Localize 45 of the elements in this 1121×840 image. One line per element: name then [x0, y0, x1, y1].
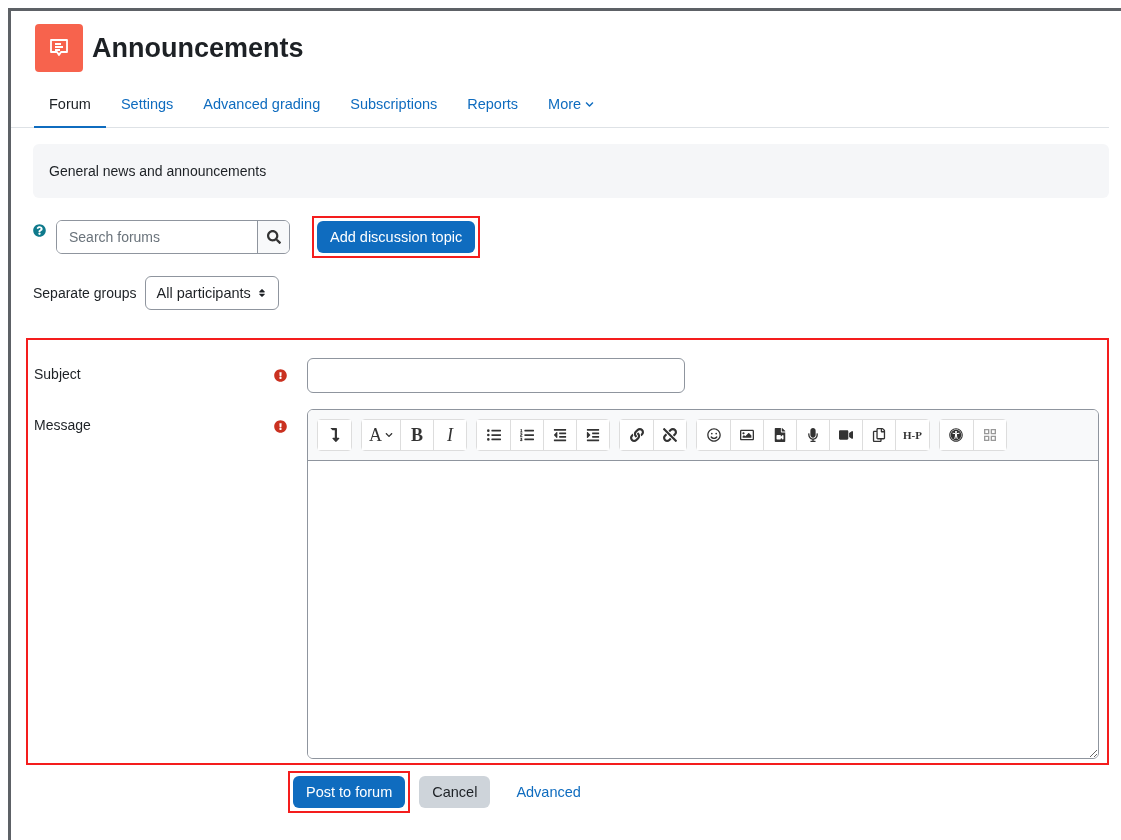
outdent-icon — [553, 428, 567, 442]
toolbar-button[interactable] — [653, 420, 686, 450]
group-select[interactable]: All participants — [144, 276, 279, 310]
dot-grid-icon — [981, 427, 998, 443]
page-title: Announcements — [92, 32, 304, 64]
search-button[interactable] — [257, 221, 289, 253]
indent-icon — [586, 428, 600, 442]
nav-tab[interactable]: Advanced grading — [188, 86, 336, 128]
toolbar-button[interactable] — [318, 420, 351, 450]
link-icon — [629, 428, 644, 442]
cancel-button[interactable]: Cancel — [419, 776, 491, 808]
unlink-icon — [663, 428, 677, 442]
help-icon — [33, 224, 46, 237]
smiley-icon — [706, 428, 721, 442]
description-panel: General news and announcements — [33, 144, 1109, 198]
image-icon — [740, 428, 754, 442]
numbered-list-icon — [520, 428, 534, 442]
toolbar-button[interactable] — [576, 420, 609, 450]
add-topic-button[interactable]: Add discussion topic — [317, 221, 476, 253]
nav-tab[interactable]: Settings — [105, 86, 189, 128]
microphone-icon — [806, 428, 820, 442]
sort-caret-icon — [256, 288, 267, 298]
group-label: Separate groups — [33, 285, 137, 301]
nav-tab[interactable]: Reports — [452, 86, 534, 128]
video-camera-icon — [839, 428, 853, 442]
field-label: Message — [34, 416, 92, 435]
post-button[interactable]: Post to forum — [293, 776, 406, 808]
nav-tab[interactable]: Subscriptions — [335, 86, 453, 128]
media-file-icon — [773, 428, 787, 442]
required-icon — [274, 369, 287, 382]
required-icon — [274, 420, 287, 433]
search-field[interactable]: Search forums — [56, 220, 290, 254]
nav-tab[interactable]: Forum — [34, 86, 106, 128]
accessibility-icon — [949, 428, 964, 442]
subject-field[interactable] — [307, 358, 685, 393]
message-editor[interactable]: A B I H-P — [307, 409, 1099, 759]
toolbar-button[interactable]: H-P — [895, 420, 929, 450]
advanced-link[interactable]: Advanced — [504, 776, 593, 808]
search-icon — [266, 230, 281, 244]
field-label: Subject — [34, 365, 82, 384]
nav-tab[interactable]: More — [533, 86, 610, 128]
toolbar-button[interactable]: I — [433, 420, 466, 450]
copy-icon — [872, 428, 886, 442]
forum-logo-icon — [35, 24, 83, 72]
bullet-list-icon — [486, 428, 501, 442]
